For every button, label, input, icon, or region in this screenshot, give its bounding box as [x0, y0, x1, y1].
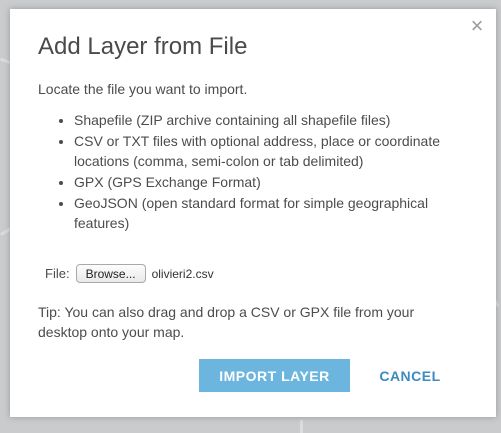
- format-item-geojson: GeoJSON (open standard format for simple…: [74, 193, 474, 233]
- format-item-csv: CSV or TXT files with optional address, …: [74, 131, 474, 171]
- selected-file-name: olivieri2.csv: [151, 266, 214, 281]
- map-road: [300, 420, 303, 433]
- supported-formats-list: Shapefile (ZIP archive containing all sh…: [56, 110, 474, 234]
- cancel-button[interactable]: CANCEL: [366, 359, 454, 392]
- browse-button[interactable]: Browse...: [75, 264, 146, 283]
- file-picker-row: File: Browse... olivieri2.csv: [45, 264, 214, 283]
- format-item-shapefile: Shapefile (ZIP archive containing all sh…: [74, 110, 474, 130]
- import-layer-button[interactable]: IMPORT LAYER: [199, 359, 350, 392]
- intro-text: Locate the file you want to import.: [38, 81, 248, 97]
- close-icon[interactable]: ×: [469, 15, 485, 37]
- file-label: File:: [45, 266, 70, 281]
- add-layer-dialog: × Add Layer from File Locate the file yo…: [10, 9, 496, 417]
- dialog-title: Add Layer from File: [38, 33, 248, 60]
- tip-text: Tip: You can also drag and drop a CSV or…: [38, 304, 415, 340]
- format-item-gpx: GPX (GPS Exchange Format): [74, 172, 474, 192]
